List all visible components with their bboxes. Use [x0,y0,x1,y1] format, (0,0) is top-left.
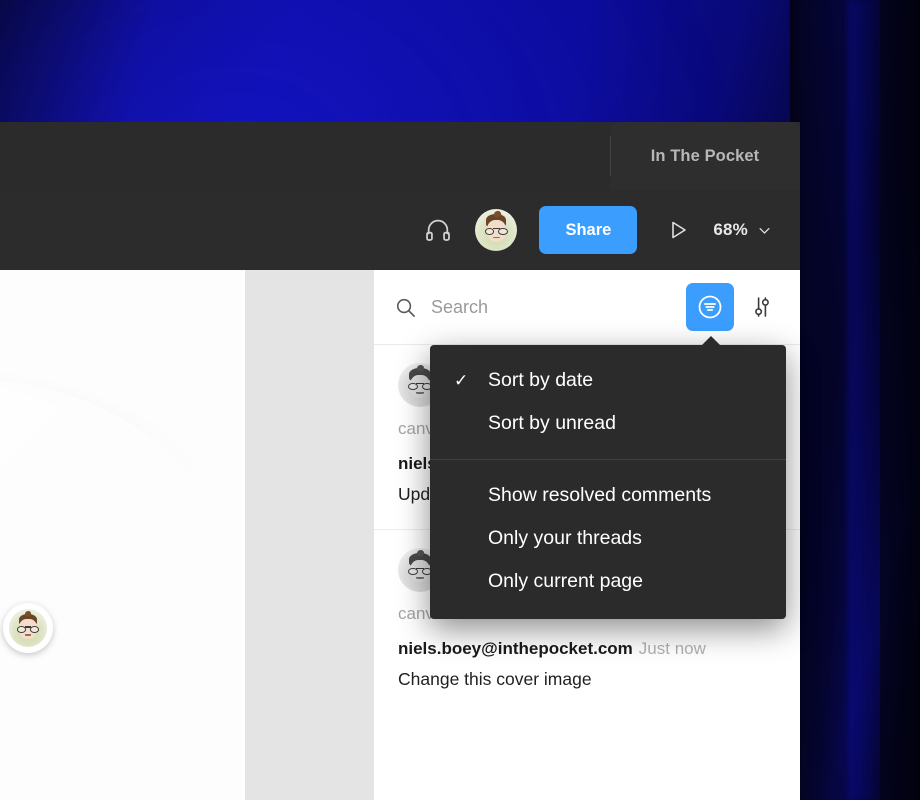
menu-item-label: Sort by unread [488,412,616,434]
zoom-level-label: 68% [713,220,748,239]
avatar-lens-left [484,227,495,236]
menu-item-label: Show resolved comments [488,484,712,506]
avatar-mouth [416,576,424,579]
tab-label: In The Pocket [650,146,760,165]
wallpaper-band [848,0,882,800]
comments-search-row [374,270,800,345]
cover-image [0,380,230,800]
avatar-glasses [484,227,509,236]
menu-item-only-current-page[interactable]: Only current page [430,560,786,603]
check-icon: ✓ [454,371,469,390]
avatar-mouth [416,392,424,394]
menu-arrow [701,336,721,346]
sliders-icon [755,297,769,317]
search-icon [396,298,415,317]
sort-filter-menu: ✓ Sort by date Sort by unread Show resol… [430,336,786,619]
thread-time: Just now [638,638,706,658]
avatar-lens-left [407,567,418,575]
design-canvas[interactable] [0,270,374,800]
screen: In The Pocket Share 68% Search canvas Up… [0,0,920,800]
search-input[interactable] [431,296,686,318]
comment-pin-avatar [9,609,47,647]
avatar-glasses [407,567,433,575]
menu-item-sort-by-date[interactable]: ✓ Sort by date [430,359,786,402]
thread-meta: niels.boey@inthepocket.comJust now [398,638,776,660]
avatar-lens-left [17,626,27,633]
headphones-button[interactable] [411,203,465,257]
menu-item-sort-by-unread[interactable]: Sort by unread [430,402,786,445]
avatar-lens-left [407,382,418,391]
chevron-down-icon [759,227,770,234]
thread-text: Change this cover image [398,668,592,689]
headphones-icon [426,219,451,241]
toolbar: Share 68% [0,190,800,270]
avatar [475,209,518,251]
wallpaper-band [800,0,822,800]
wallpaper-band [880,0,920,800]
menu-item-only-your-threads[interactable]: Only your threads [430,517,786,560]
present-button[interactable] [651,203,705,257]
comment-settings-button[interactable] [742,285,782,329]
menu-item-label: Sort by date [488,369,594,391]
menu-separator [430,459,786,460]
menu-item-show-resolved-comments[interactable]: Show resolved comments [430,474,786,517]
canvas-comment-pin[interactable] [3,603,53,653]
artboard[interactable] [0,270,245,800]
thread-author: niels.boey@inthepocket.com [398,638,633,658]
avatar-lens-right [29,626,39,633]
tab-in-the-pocket[interactable]: In The Pocket [610,122,800,190]
zoom-level-control[interactable]: 68% [713,220,772,240]
tab-strip: In The Pocket [0,122,800,190]
sort-filter-icon [698,295,722,319]
sort-filter-button[interactable] [686,283,734,331]
avatar-lens-right [498,227,509,236]
menu-item-label: Only your threads [488,527,642,549]
avatar-glasses [17,626,39,633]
share-button[interactable]: Share [539,206,638,254]
play-icon [672,221,687,239]
toolbar-avatar-button[interactable] [465,203,527,257]
avatar-glasses [407,382,433,391]
avatar-mouth [24,634,32,636]
menu-item-label: Only current page [488,570,644,592]
